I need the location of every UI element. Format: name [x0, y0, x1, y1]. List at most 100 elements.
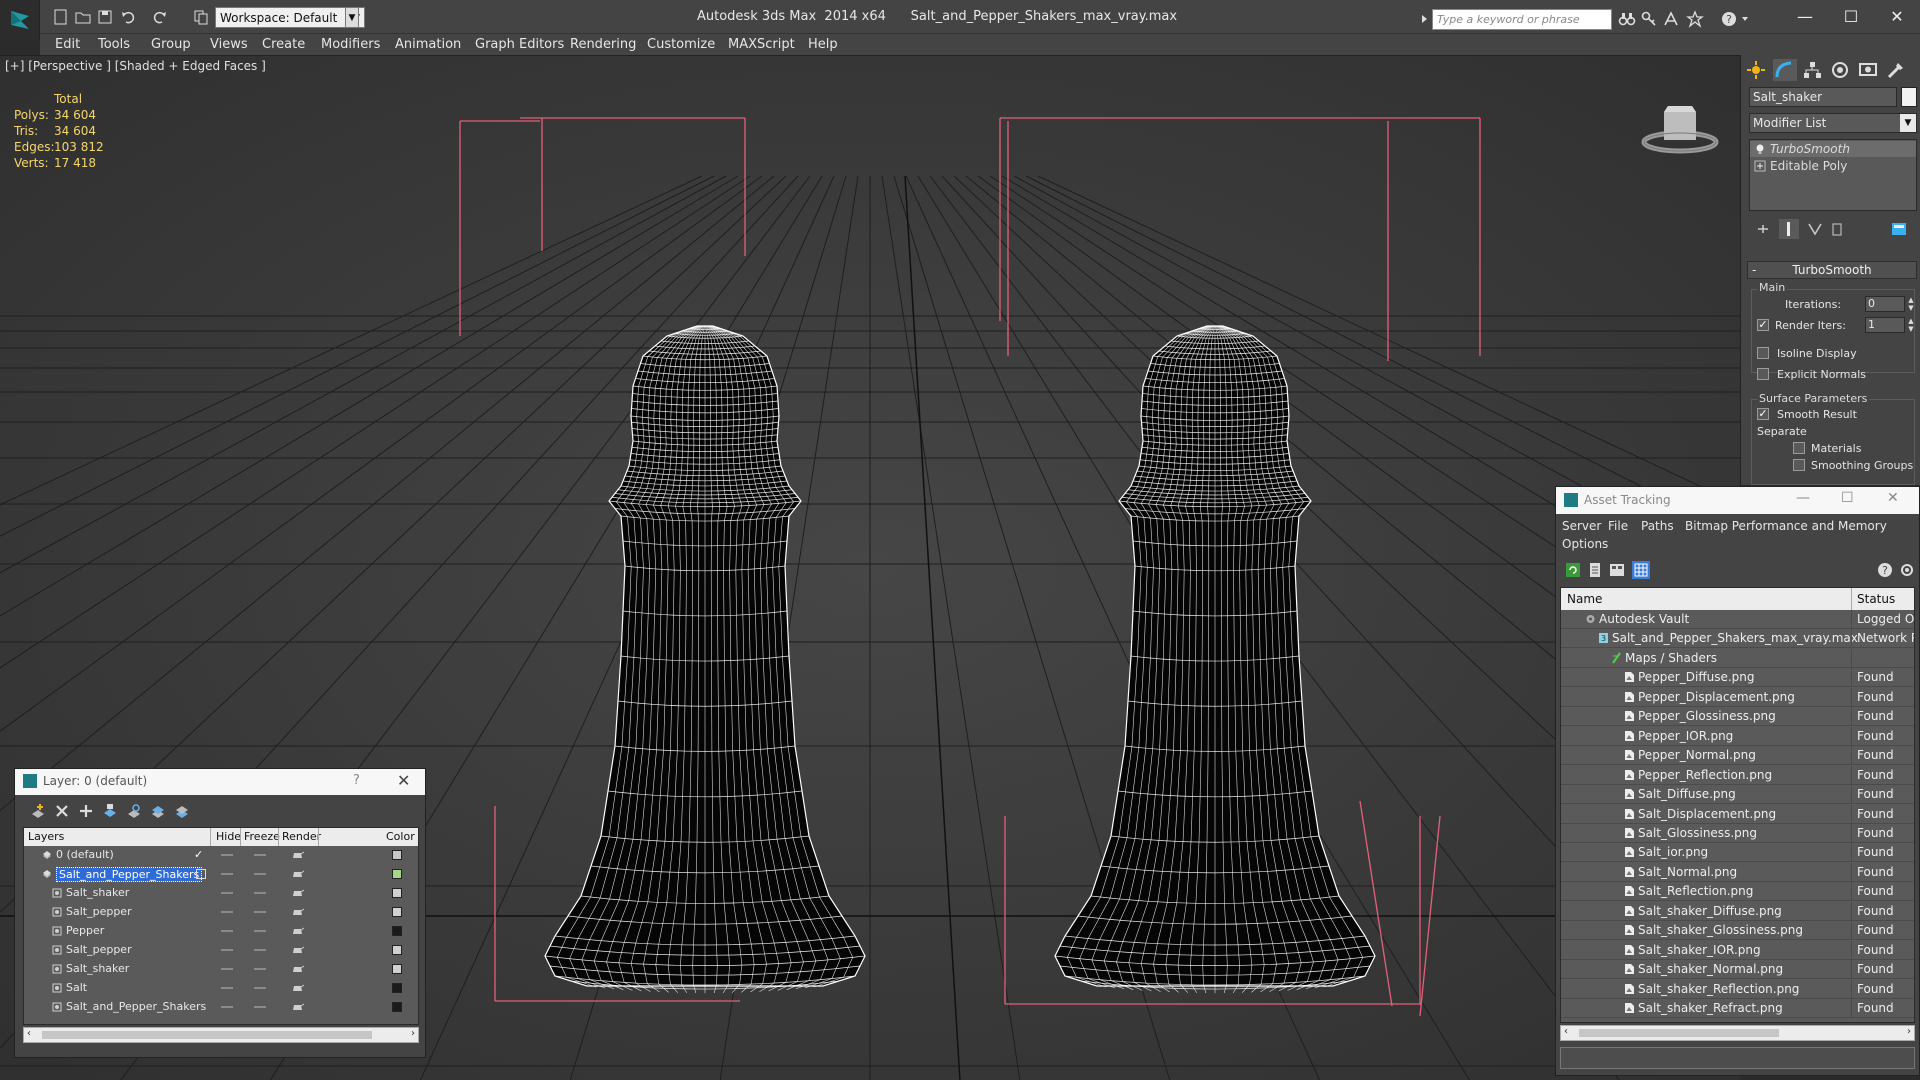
render-iters-checkbox[interactable]: ✓	[1757, 319, 1769, 331]
layer-color-swatch[interactable]	[392, 1002, 402, 1012]
menu-animation[interactable]: Animation	[395, 37, 461, 52]
menu-edit[interactable]: Edit	[55, 37, 80, 52]
col-freeze[interactable]: Freeze	[244, 830, 280, 843]
make-unique-icon[interactable]	[1805, 219, 1825, 239]
freeze-toggle[interactable]	[254, 892, 266, 894]
render-iters-spinner[interactable]: 1	[1865, 317, 1905, 333]
maximize-button[interactable]: ☐	[1828, 4, 1874, 30]
asset-row[interactable]: Salt_ior.png Found	[1561, 843, 1914, 863]
render-teapot-icon[interactable]	[292, 1002, 304, 1011]
asset-row[interactable]: Salt_shaker_IOR.png Found	[1561, 940, 1914, 960]
select-objects-in-layer-icon[interactable]	[101, 802, 119, 820]
maximize-button[interactable]: ☐	[1841, 490, 1854, 506]
hide-toggle[interactable]	[221, 968, 233, 970]
favorites-star-icon[interactable]	[1686, 10, 1704, 28]
object-color-swatch[interactable]	[1901, 87, 1917, 107]
menu-help[interactable]: Help	[808, 37, 838, 52]
menu-maxscript[interactable]: MAXScript	[728, 37, 795, 52]
object-name-field[interactable]: Salt_shaker	[1749, 87, 1897, 107]
utilities-tab-icon[interactable]	[1885, 59, 1909, 81]
layer-row[interactable]: Salt_and_Pepper_Shakers	[24, 865, 418, 884]
render-teapot-icon[interactable]	[292, 945, 304, 954]
scroll-right-icon[interactable]: ›	[1907, 1026, 1911, 1037]
layer-name[interactable]: Pepper	[66, 924, 104, 937]
menu-modifiers[interactable]: Modifiers	[321, 37, 380, 52]
asset-row[interactable]: Pepper_Normal.png Found	[1561, 746, 1914, 766]
asset-row[interactable]: Salt_shaker_Refract.png Found	[1561, 999, 1914, 1018]
help-dropdown-icon[interactable]	[1740, 10, 1750, 28]
close-button[interactable]: ✕	[1887, 490, 1899, 506]
layer-color-swatch[interactable]	[392, 850, 402, 860]
freeze-toggle[interactable]	[254, 1006, 266, 1008]
layer-row[interactable]: 0 (default) ✓	[24, 846, 418, 865]
layer-name[interactable]: 0 (default)	[56, 848, 114, 861]
display-tab-icon[interactable]	[1857, 59, 1881, 81]
spinner-arrows-icon[interactable]: ▲ ▼	[1907, 317, 1915, 333]
layer-color-swatch[interactable]	[392, 869, 402, 879]
layer-name[interactable]: Salt_shaker	[66, 962, 129, 975]
save-file-icon[interactable]	[96, 8, 116, 28]
layer-row[interactable]: Salt_and_Pepper_Shakers	[24, 998, 418, 1017]
set-active-layer-icon[interactable]	[196, 869, 206, 879]
menu-customize[interactable]: Customize	[647, 37, 715, 52]
menu-group[interactable]: Group	[151, 37, 191, 52]
asset-row[interactable]: Salt_shaker_Normal.png Found	[1561, 960, 1914, 980]
help-icon[interactable]: ?	[1876, 561, 1894, 579]
layer-color-swatch[interactable]	[392, 888, 402, 898]
layer-row[interactable]: Pepper	[24, 922, 418, 941]
new-file-icon[interactable]	[52, 8, 72, 28]
app-menu-button[interactable]	[0, 0, 40, 40]
freeze-toggle[interactable]	[254, 873, 266, 875]
freeze-all-layers-icon[interactable]	[173, 802, 191, 820]
render-teapot-icon[interactable]	[292, 907, 304, 916]
asset-row[interactable]: Salt_shaker_Diffuse.png Found	[1561, 901, 1914, 921]
layer-color-swatch[interactable]	[392, 983, 402, 993]
scroll-left-icon[interactable]: ‹	[27, 1028, 31, 1039]
modify-tab-icon[interactable]	[1773, 59, 1797, 81]
smooth-result-checkbox[interactable]: ✓	[1757, 408, 1769, 420]
menu-server[interactable]: Server	[1562, 519, 1601, 533]
layer-row[interactable]: Salt_pepper	[24, 903, 418, 922]
col-render[interactable]: Render	[282, 830, 321, 843]
asset-row[interactable]: Autodesk Vault Logged Ou	[1561, 610, 1914, 629]
layer-color-swatch[interactable]	[392, 907, 402, 917]
expand-arrow-icon[interactable]	[1420, 10, 1430, 28]
freeze-toggle[interactable]	[254, 854, 266, 856]
table-view-icon[interactable]	[1632, 561, 1650, 579]
hide-toggle[interactable]	[221, 911, 233, 913]
menu-tools[interactable]: Tools	[98, 37, 130, 52]
layer-row[interactable]: Salt	[24, 979, 418, 998]
freeze-toggle[interactable]	[254, 911, 266, 913]
col-layers[interactable]: Layers	[28, 830, 64, 843]
asset-row[interactable]: Salt_shaker_Glossiness.png Found	[1561, 921, 1914, 941]
thumbnail-view-icon[interactable]	[1608, 561, 1626, 579]
render-teapot-icon[interactable]	[292, 983, 304, 992]
add-to-layer-icon[interactable]	[77, 802, 95, 820]
hide-toggle[interactable]	[221, 987, 233, 989]
asset-row[interactable]: Pepper_Reflection.png Found	[1561, 765, 1914, 785]
layer-name[interactable]: Salt	[66, 981, 87, 994]
menu-views[interactable]: Views	[210, 37, 248, 52]
layer-color-swatch[interactable]	[392, 964, 402, 974]
col-hide[interactable]: Hide	[216, 830, 241, 843]
menu-paths[interactable]: Paths	[1641, 519, 1674, 533]
menu-graph-editors[interactable]: Graph Editors	[475, 37, 564, 52]
asset-row[interactable]: Maps / Shaders	[1561, 648, 1914, 668]
asset-row[interactable]: Pepper_IOR.png Found	[1561, 726, 1914, 746]
render-teapot-icon[interactable]	[292, 888, 304, 897]
subscription-icon[interactable]	[1662, 10, 1680, 28]
asset-row[interactable]: 3 Salt_and_Pepper_Shakers_max_vray.max Net…	[1561, 629, 1914, 649]
configure-modifier-sets-icon[interactable]	[1889, 219, 1909, 239]
hide-toggle[interactable]	[221, 930, 233, 932]
hide-toggle[interactable]	[221, 854, 233, 856]
hide-toggle[interactable]	[221, 892, 233, 894]
stack-item-editable-poly[interactable]: Editable Poly	[1750, 158, 1916, 174]
highlight-layer-icon[interactable]	[125, 802, 143, 820]
viewport-label[interactable]: [+] [Perspective ] [Shaded + Edged Faces…	[5, 59, 266, 73]
asset-row[interactable]: Salt_Displacement.png Found	[1561, 804, 1914, 824]
workspace-dropdown[interactable]: Workspace: Default ▼	[215, 7, 365, 28]
menu-rendering[interactable]: Rendering	[570, 37, 636, 52]
binoculars-icon[interactable]	[1618, 10, 1636, 28]
list-view-icon[interactable]	[1586, 561, 1604, 579]
redo-icon[interactable]	[150, 8, 170, 28]
